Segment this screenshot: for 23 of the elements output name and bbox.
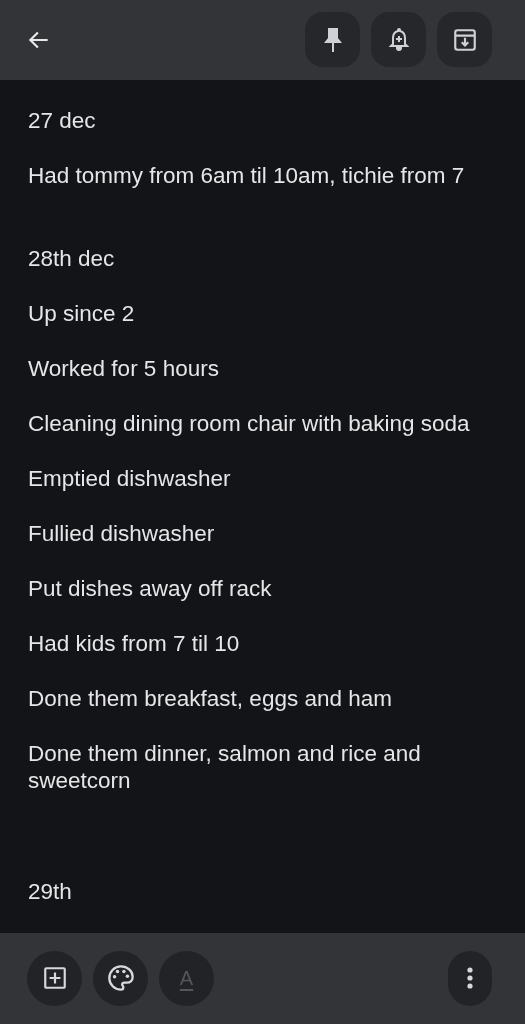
reminder-button[interactable] (371, 12, 426, 68)
note-line: Had tommy from 6am til 10am, tichie from 7 (28, 162, 466, 189)
note-line: 27 dec (28, 107, 97, 134)
note-line: Done them dinner, salmon and rice and sweetcorn (28, 740, 422, 794)
note-line: Up since 2 (28, 300, 136, 327)
archive-button[interactable] (437, 12, 492, 68)
pin-button[interactable] (305, 12, 360, 68)
note-line: Had kids from 7 til 10 (28, 630, 241, 657)
note-line: Fullied dishwasher (28, 520, 216, 547)
palette-icon (106, 964, 135, 993)
pin-icon (321, 27, 344, 53)
note-line: Emptied dishwasher (28, 465, 232, 492)
note-line: 29th (28, 878, 73, 905)
note-line: Cleaning dining room chair with baking soda (28, 410, 471, 437)
note-line: 28th dec (28, 245, 116, 272)
note-line: Worked for 5 hours (28, 355, 220, 382)
plus-box-icon (41, 965, 68, 992)
note-line: Put dishes away off rack (28, 575, 273, 602)
bell-plus-icon (386, 27, 411, 53)
more-button[interactable] (448, 951, 492, 1006)
more-icon (466, 965, 474, 992)
note-line: Done them breakfast, eggs and ham (28, 685, 393, 712)
archive-icon (451, 27, 478, 53)
